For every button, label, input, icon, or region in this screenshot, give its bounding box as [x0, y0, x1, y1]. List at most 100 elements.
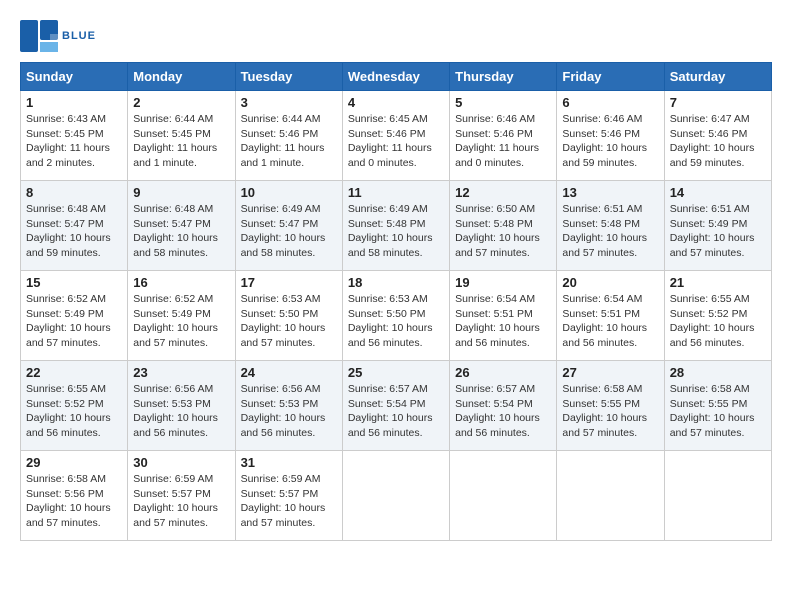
day-info: Sunrise: 6:56 AM Sunset: 5:53 PM Dayligh…: [241, 382, 337, 441]
day-info: Sunrise: 6:46 AM Sunset: 5:46 PM Dayligh…: [562, 112, 658, 171]
day-number: 6: [562, 95, 658, 110]
day-number: 26: [455, 365, 551, 380]
calendar-cell: [450, 451, 557, 541]
logo: BLUE: [20, 20, 96, 52]
calendar-cell: [557, 451, 664, 541]
calendar-cell: 19Sunrise: 6:54 AM Sunset: 5:51 PM Dayli…: [450, 271, 557, 361]
day-info: Sunrise: 6:49 AM Sunset: 5:47 PM Dayligh…: [241, 202, 337, 261]
day-info: Sunrise: 6:50 AM Sunset: 5:48 PM Dayligh…: [455, 202, 551, 261]
day-info: Sunrise: 6:57 AM Sunset: 5:54 PM Dayligh…: [455, 382, 551, 441]
calendar-cell: 12 Sunrise: 6:50 AM Sunset: 5:48 PM Dayli…: [450, 181, 557, 271]
day-number: 27: [562, 365, 658, 380]
calendar-cell: 22 Sunrise: 6:55 AM Sunset: 5:52 PM Dayli…: [21, 361, 128, 451]
calendar-cell: 27 Sunrise: 6:58 AM Sunset: 5:55 PM Dayli…: [557, 361, 664, 451]
day-info: Sunrise: 6:51 AM Sunset: 5:49 PM Dayligh…: [670, 202, 766, 261]
day-info: Sunrise: 6:45 AM Sunset: 5:46 PM Dayligh…: [348, 112, 444, 171]
day-info: Sunrise: 6:53 AM Sunset: 5:50 PM Dayligh…: [241, 292, 337, 351]
day-number: 11: [348, 185, 444, 200]
column-header-thursday: Thursday: [450, 63, 557, 91]
calendar-cell: 1 Sunrise: 6:43 AM Sunset: 5:45 PM Daylig…: [21, 91, 128, 181]
column-header-friday: Friday: [557, 63, 664, 91]
day-info: Sunrise: 6:54 AM Sunset: 5:51 PM Dayligh…: [562, 292, 658, 351]
day-number: 24: [241, 365, 337, 380]
calendar-cell: 14 Sunrise: 6:51 AM Sunset: 5:49 PM Dayli…: [664, 181, 771, 271]
calendar-cell: 21 Sunrise: 6:55 AM Sunset: 5:52 PM Dayli…: [664, 271, 771, 361]
day-info: Sunrise: 6:59 AM Sunset: 5:57 PM Dayligh…: [133, 472, 229, 531]
day-info: Sunrise: 6:58 AM Sunset: 5:55 PM Dayligh…: [670, 382, 766, 441]
day-info: Sunrise: 6:52 AM Sunset: 5:49 PM Dayligh…: [133, 292, 229, 351]
day-number: 20: [562, 275, 658, 290]
day-info: Sunrise: 6:53 AM Sunset: 5:50 PM Dayligh…: [348, 292, 444, 351]
day-number: 13: [562, 185, 658, 200]
column-header-saturday: Saturday: [664, 63, 771, 91]
day-number: 31: [241, 455, 337, 470]
calendar-cell: 15Sunrise: 6:52 AM Sunset: 5:49 PM Dayli…: [21, 271, 128, 361]
calendar-cell: 16 Sunrise: 6:52 AM Sunset: 5:49 PM Dayli…: [128, 271, 235, 361]
day-info: Sunrise: 6:46 AM Sunset: 5:46 PM Dayligh…: [455, 112, 551, 171]
day-info: Sunrise: 6:44 AM Sunset: 5:45 PM Dayligh…: [133, 112, 229, 171]
day-info: Sunrise: 6:48 AM Sunset: 5:47 PM Dayligh…: [26, 202, 122, 261]
calendar-cell: [342, 451, 449, 541]
day-info: Sunrise: 6:57 AM Sunset: 5:54 PM Dayligh…: [348, 382, 444, 441]
day-info: Sunrise: 6:54 AM Sunset: 5:51 PM Dayligh…: [455, 292, 551, 351]
day-info: Sunrise: 6:43 AM Sunset: 5:45 PM Dayligh…: [26, 112, 122, 171]
calendar-cell: 11Sunrise: 6:49 AM Sunset: 5:48 PM Dayli…: [342, 181, 449, 271]
logo-icon: [20, 20, 58, 52]
day-number: 17: [241, 275, 337, 290]
column-header-wednesday: Wednesday: [342, 63, 449, 91]
day-number: 30: [133, 455, 229, 470]
calendar-week-row: 29Sunrise: 6:58 AM Sunset: 5:56 PM Dayli…: [21, 451, 772, 541]
day-info: Sunrise: 6:58 AM Sunset: 5:55 PM Dayligh…: [562, 382, 658, 441]
day-number: 1: [26, 95, 122, 110]
day-number: 21: [670, 275, 766, 290]
calendar-cell: 20 Sunrise: 6:54 AM Sunset: 5:51 PM Dayli…: [557, 271, 664, 361]
day-number: 29: [26, 455, 122, 470]
day-number: 22: [26, 365, 122, 380]
day-number: 12: [455, 185, 551, 200]
day-number: 7: [670, 95, 766, 110]
day-number: 2: [133, 95, 229, 110]
page-header: BLUE: [20, 20, 772, 52]
calendar-cell: 8 Sunrise: 6:48 AM Sunset: 5:47 PM Daylig…: [21, 181, 128, 271]
calendar-cell: 28 Sunrise: 6:58 AM Sunset: 5:55 PM Dayli…: [664, 361, 771, 451]
calendar-cell: 2 Sunrise: 6:44 AM Sunset: 5:45 PM Daylig…: [128, 91, 235, 181]
calendar-cell: 26 Sunrise: 6:57 AM Sunset: 5:54 PM Dayli…: [450, 361, 557, 451]
calendar-cell: 9Sunrise: 6:48 AM Sunset: 5:47 PM Daylig…: [128, 181, 235, 271]
day-info: Sunrise: 6:55 AM Sunset: 5:52 PM Dayligh…: [670, 292, 766, 351]
calendar-cell: 30 Sunrise: 6:59 AM Sunset: 5:57 PM Dayli…: [128, 451, 235, 541]
column-header-tuesday: Tuesday: [235, 63, 342, 91]
day-number: 3: [241, 95, 337, 110]
calendar-cell: 6 Sunrise: 6:46 AM Sunset: 5:46 PM Daylig…: [557, 91, 664, 181]
calendar: SundayMondayTuesdayWednesdayThursdayFrid…: [20, 62, 772, 541]
day-number: 18: [348, 275, 444, 290]
day-number: 8: [26, 185, 122, 200]
calendar-header-row: SundayMondayTuesdayWednesdayThursdayFrid…: [21, 63, 772, 91]
day-info: Sunrise: 6:56 AM Sunset: 5:53 PM Dayligh…: [133, 382, 229, 441]
calendar-cell: 3 Sunrise: 6:44 AM Sunset: 5:46 PM Daylig…: [235, 91, 342, 181]
calendar-week-row: 22 Sunrise: 6:55 AM Sunset: 5:52 PM Dayli…: [21, 361, 772, 451]
day-info: Sunrise: 6:44 AM Sunset: 5:46 PM Dayligh…: [241, 112, 337, 171]
calendar-cell: [664, 451, 771, 541]
column-header-monday: Monday: [128, 63, 235, 91]
day-number: 16: [133, 275, 229, 290]
day-number: 23: [133, 365, 229, 380]
column-header-sunday: Sunday: [21, 63, 128, 91]
day-info: Sunrise: 6:55 AM Sunset: 5:52 PM Dayligh…: [26, 382, 122, 441]
calendar-cell: 10Sunrise: 6:49 AM Sunset: 5:47 PM Dayli…: [235, 181, 342, 271]
day-info: Sunrise: 6:52 AM Sunset: 5:49 PM Dayligh…: [26, 292, 122, 351]
calendar-cell: 18 Sunrise: 6:53 AM Sunset: 5:50 PM Dayli…: [342, 271, 449, 361]
day-info: Sunrise: 6:59 AM Sunset: 5:57 PM Dayligh…: [241, 472, 337, 531]
day-info: Sunrise: 6:48 AM Sunset: 5:47 PM Dayligh…: [133, 202, 229, 261]
calendar-cell: 4 Sunrise: 6:45 AM Sunset: 5:46 PM Daylig…: [342, 91, 449, 181]
day-number: 5: [455, 95, 551, 110]
day-number: 14: [670, 185, 766, 200]
calendar-cell: 17 Sunrise: 6:53 AM Sunset: 5:50 PM Dayli…: [235, 271, 342, 361]
day-info: Sunrise: 6:51 AM Sunset: 5:48 PM Dayligh…: [562, 202, 658, 261]
calendar-week-row: 8 Sunrise: 6:48 AM Sunset: 5:47 PM Daylig…: [21, 181, 772, 271]
day-number: 4: [348, 95, 444, 110]
calendar-cell: 25Sunrise: 6:57 AM Sunset: 5:54 PM Dayli…: [342, 361, 449, 451]
calendar-week-row: 15Sunrise: 6:52 AM Sunset: 5:49 PM Dayli…: [21, 271, 772, 361]
calendar-cell: 13 Sunrise: 6:51 AM Sunset: 5:48 PM Dayli…: [557, 181, 664, 271]
calendar-cell: 24 Sunrise: 6:56 AM Sunset: 5:53 PM Dayli…: [235, 361, 342, 451]
day-number: 28: [670, 365, 766, 380]
